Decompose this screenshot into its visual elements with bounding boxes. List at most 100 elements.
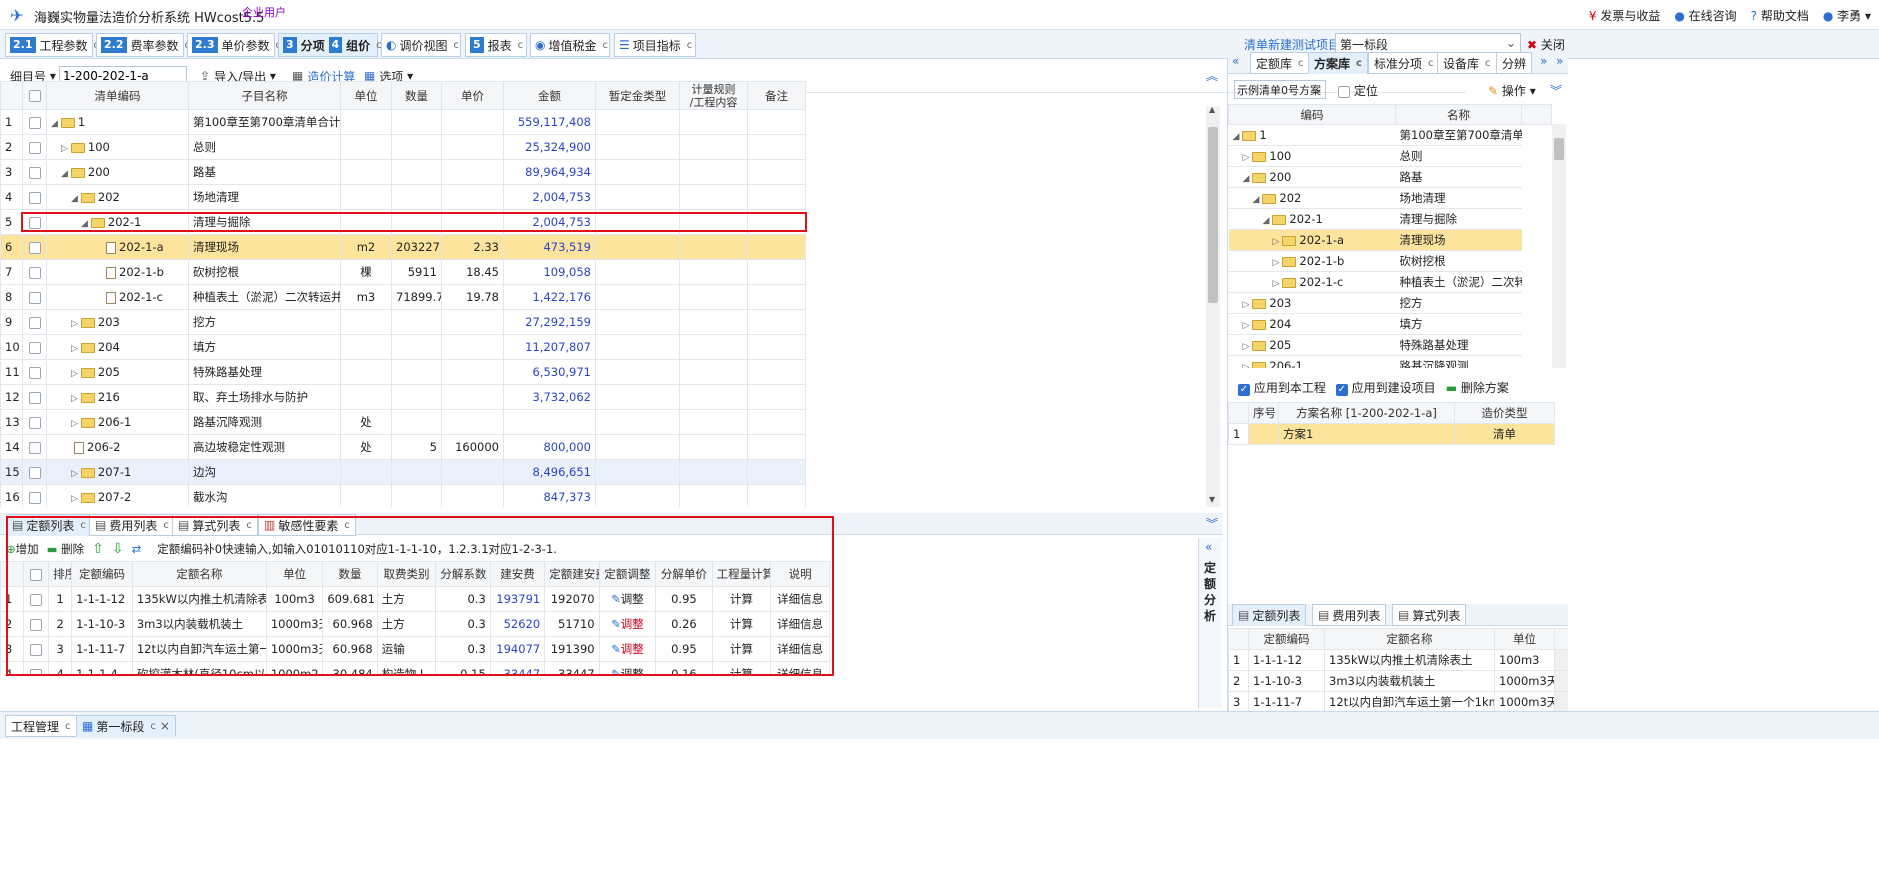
cell-measure-rule[interactable] xyxy=(679,359,748,385)
tree-row[interactable]: ▷ 100 总则 xyxy=(1228,145,1552,167)
operations-menu[interactable]: ✎ 操作 ▾ xyxy=(1488,82,1536,99)
cell-remark[interactable] xyxy=(747,284,806,310)
cell-name[interactable]: 路基 xyxy=(188,159,341,185)
tab-standard-items[interactable]: 标准分项 c xyxy=(1368,52,1440,74)
right-quota-row[interactable]: 3 1-1-11-7 12t以内自卸汽车运土第一个1km 1000m3天 xyxy=(1228,691,1568,711)
cell-amount[interactable]: 2,004,753 xyxy=(503,184,596,210)
cell-code[interactable]: ◢ 1 xyxy=(46,109,189,135)
cell-price[interactable]: 2.33 xyxy=(441,234,504,260)
cell-remark[interactable] xyxy=(747,259,806,285)
tree-toggle-icon[interactable]: ◢ xyxy=(61,169,68,179)
cell-provisional-type[interactable] xyxy=(595,359,680,385)
cell-remark[interactable] xyxy=(747,334,806,360)
cell-code[interactable]: 202-1-b xyxy=(46,259,189,285)
calc-link[interactable]: 计算 xyxy=(711,586,772,612)
tree-toggle-icon[interactable]: ▷ xyxy=(1243,321,1250,331)
expand-left-icon[interactable]: « xyxy=(1205,540,1212,554)
scroll-thumb[interactable] xyxy=(1554,138,1564,160)
row-checkbox[interactable] xyxy=(22,334,47,360)
tree-toggle-icon[interactable]: ▷ xyxy=(61,144,68,154)
quota-row[interactable]: 441-1-1-4砍挖灌木林(直径10cm以下)稀1000m230.484构造物… xyxy=(0,661,830,676)
cell-provisional-type[interactable] xyxy=(595,284,680,310)
replace-icon[interactable]: ⇄ xyxy=(132,542,142,556)
calc-link[interactable]: 计算 xyxy=(711,636,772,662)
cell-unit[interactable]: m2 xyxy=(340,234,392,260)
cell-price[interactable]: 160000 xyxy=(441,434,504,460)
cell-code[interactable]: 202-1-c xyxy=(46,284,189,310)
cell-amount[interactable]: 2,004,753 xyxy=(503,209,596,235)
tab-sensitivity[interactable]: ▥ 敏感性要素 c xyxy=(258,514,356,536)
project-link[interactable]: 清单新建测试项目 xyxy=(1244,36,1340,53)
tab-quota-list[interactable]: ▤ 定额列表 c xyxy=(6,514,92,536)
cell-name[interactable]: 特殊路基处理 xyxy=(188,359,341,385)
cell-remark[interactable] xyxy=(747,134,806,160)
row-checkbox[interactable] xyxy=(22,459,47,485)
cell-qty[interactable] xyxy=(391,159,442,185)
details-link[interactable]: 详细信息 xyxy=(770,611,830,637)
quota-row-checkbox[interactable] xyxy=(23,636,50,662)
row-checkbox[interactable] xyxy=(22,184,47,210)
cell-amount[interactable]: 473,519 xyxy=(503,234,596,260)
cell-unit[interactable] xyxy=(340,134,392,160)
cell-price[interactable] xyxy=(441,409,504,435)
tab-quota-library[interactable]: 定额库 c xyxy=(1250,52,1310,74)
tree-row[interactable]: ▷202-1-c种植表土（淤泥）二次转运 xyxy=(1228,271,1552,293)
collapse-down-icon[interactable]: ︾ xyxy=(1206,515,1218,532)
cell-name[interactable]: 取、弃土场排水与防护 xyxy=(188,384,341,410)
tree-toggle-icon[interactable]: ▷ xyxy=(1273,237,1280,247)
cell-price[interactable] xyxy=(441,184,504,210)
cell-provisional-type[interactable] xyxy=(595,159,680,185)
cell-code[interactable]: ▷ 204 xyxy=(46,334,189,360)
cell-measure-rule[interactable] xyxy=(679,484,748,507)
cell-qty[interactable]: 203227 xyxy=(391,234,442,260)
cell-measure-rule[interactable] xyxy=(679,109,748,135)
cell-measure-rule[interactable] xyxy=(679,334,748,360)
tab-project-indicators[interactable]: ☰ 项目指标 c xyxy=(614,33,696,57)
tree-row[interactable]: ◢1第100章至第700章清单合计 xyxy=(1228,124,1552,146)
cell-qty[interactable] xyxy=(391,209,442,235)
row-checkbox[interactable] xyxy=(22,434,47,460)
table-row[interactable]: 13 ▷ 206-1 路基沉降观测处 xyxy=(0,409,806,435)
cell-unit[interactable] xyxy=(340,209,392,235)
cell-amount[interactable]: 6,530,971 xyxy=(503,359,596,385)
cell-price[interactable]: 18.45 xyxy=(441,259,504,285)
tab-right-quota-list[interactable]: ▤ 定额列表 xyxy=(1232,604,1307,626)
table-row[interactable]: 1 ◢ 1 第100章至第700章清单合计 559,117,408 xyxy=(0,109,806,135)
row-checkbox[interactable] xyxy=(22,384,47,410)
cell-measure-rule[interactable] xyxy=(679,309,748,335)
quota-row[interactable]: 1 1 1-1-1-12 135kW以内推土机清除表土 100m3 609.681 土方 0.… xyxy=(0,586,830,612)
close-button[interactable]: ✖ 关闭 xyxy=(1527,36,1565,53)
row-checkbox[interactable] xyxy=(22,309,47,335)
cell-unit[interactable]: 处 xyxy=(340,434,392,460)
cell-unit[interactable] xyxy=(340,334,392,360)
tree-row[interactable]: ◢ 200 路基 xyxy=(1228,166,1552,188)
select-all-quota-checkbox[interactable] xyxy=(23,561,50,587)
tabs-prev-icon[interactable]: « xyxy=(1232,54,1239,68)
cell-code[interactable]: 206-2 xyxy=(46,434,189,460)
cell-name[interactable]: 清理与掘除 xyxy=(188,209,341,235)
right-quota-row[interactable]: 1 1-1-1-12 135kW以内推土机清除表土 100m3 xyxy=(1228,649,1568,671)
cell-measure-rule[interactable] xyxy=(679,409,748,435)
table-row[interactable]: 12 ▷ 216 取、弃土场排水与防护 3,732,062 xyxy=(0,384,806,410)
quota-row[interactable]: 221-1-10-33m3以内装载机装土1000m3天60.968土方0.352… xyxy=(0,611,830,637)
grid-scrollbar[interactable]: ▲ ▼ xyxy=(1206,105,1220,507)
tree-toggle-icon[interactable]: ◢ xyxy=(1243,174,1250,184)
table-row[interactable]: 11 ▷ 205 特殊路基处理 6,530,971 xyxy=(0,359,806,385)
apply-project-checkbox[interactable]: ✓ 应用到本工程 xyxy=(1238,379,1326,396)
cell-measure-rule[interactable] xyxy=(679,434,748,460)
cell-remark[interactable] xyxy=(747,409,806,435)
cell-price[interactable] xyxy=(441,159,504,185)
adjust-button[interactable]: ✎调整 xyxy=(598,636,657,662)
tree-row[interactable]: ▷ 203 挖方 xyxy=(1228,292,1552,314)
cell-provisional-type[interactable] xyxy=(595,234,680,260)
table-row[interactable]: 3 ◢ 200 路基 89,964,934 xyxy=(0,159,806,185)
row-checkbox[interactable] xyxy=(22,134,47,160)
quota-row-checkbox[interactable] xyxy=(23,586,50,612)
cell-provisional-type[interactable] xyxy=(595,334,680,360)
cell-qty[interactable]: 71899.72 xyxy=(391,284,442,310)
cell-name[interactable]: 边沟 xyxy=(188,459,341,485)
table-row[interactable]: 14 206-2 高边坡稳定性观测处 5 160000 800,000 xyxy=(0,434,806,460)
tree-row[interactable]: ◢ 202 场地清理 xyxy=(1228,187,1552,209)
cell-amount[interactable]: 1,422,176 xyxy=(503,284,596,310)
cell-provisional-type[interactable] xyxy=(595,209,680,235)
